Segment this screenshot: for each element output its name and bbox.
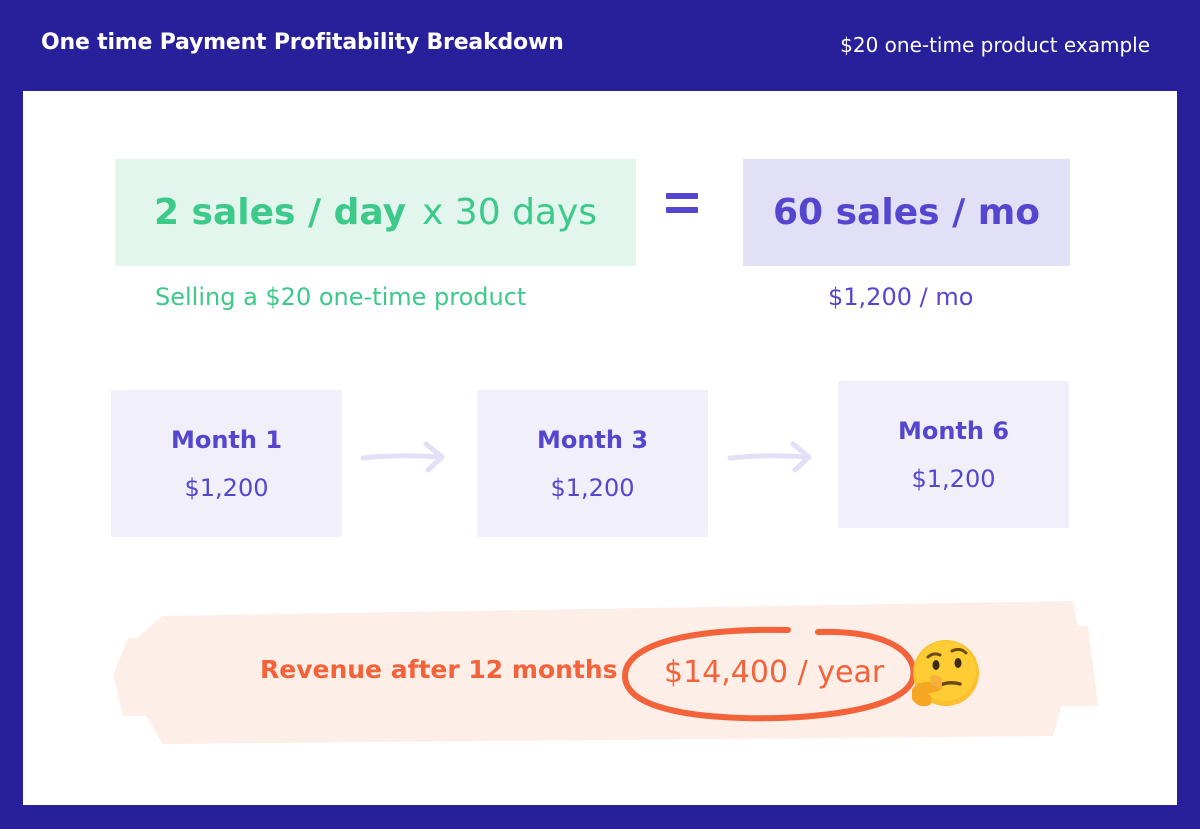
sales-per-month-text: 60 sales / mo	[773, 192, 1040, 233]
header-subtitle: $20 one-time product example	[840, 33, 1150, 57]
month-value: $1,200	[911, 464, 996, 493]
sales-per-day-text: 2 sales / day	[153, 192, 407, 233]
month-label: Month 3	[536, 425, 649, 454]
equals-icon	[666, 187, 706, 227]
arrow-right-icon	[727, 441, 812, 473]
month-card: Month 6 $1,200	[838, 381, 1069, 528]
arrow-right-icon	[360, 441, 445, 473]
thinking-face-icon	[912, 640, 979, 707]
month-card: Month 3 $1,200	[477, 390, 708, 537]
month-label: Month 1	[170, 425, 283, 454]
product-caption: Selling a $20 one-time product	[155, 283, 527, 311]
content-panel: 2 sales / day x 30 days 60 sales / mo Se…	[23, 91, 1177, 805]
sales-per-day-box: 2 sales / day x 30 days	[115, 159, 636, 266]
month-value: $1,200	[550, 473, 635, 502]
month-card: Month 1 $1,200	[111, 390, 342, 537]
month-value: $1,200	[184, 473, 269, 502]
sales-per-month-box: 60 sales / mo	[743, 159, 1070, 266]
days-multiplier-text: x 30 days	[422, 192, 598, 233]
circle-annotation-icon	[621, 626, 917, 722]
monthly-revenue-caption: $1,200 / mo	[828, 283, 974, 311]
header-title: One time Payment Profitability Breakdown	[41, 30, 564, 55]
month-label: Month 6	[897, 416, 1010, 445]
revenue-label: Revenue after 12 months	[260, 655, 618, 684]
